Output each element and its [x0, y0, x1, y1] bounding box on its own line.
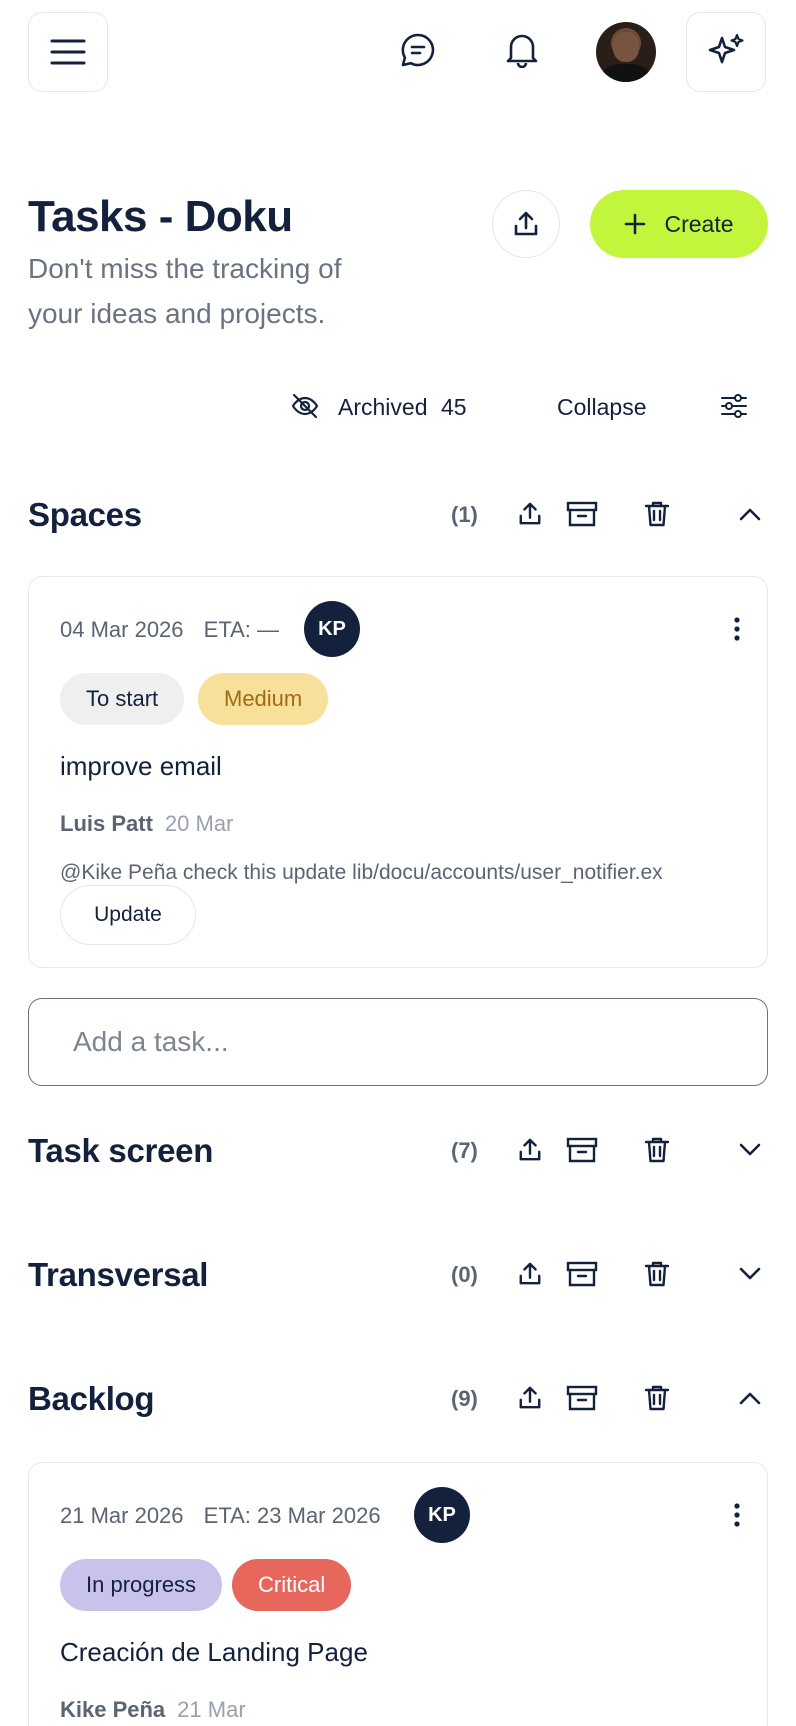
create-label: Create	[664, 210, 734, 237]
page-subtitle: Don't miss the tracking of your ideas an…	[28, 253, 342, 329]
archived-count: 45	[441, 394, 467, 420]
task-eta: ETA: —	[203, 617, 280, 642]
trash-icon[interactable]	[641, 1258, 673, 1290]
comment-text: @Kike Peña check this update lib/docu/ac…	[60, 861, 663, 884]
section-count: (9)	[451, 1386, 478, 1411]
section-task-screen: Task screen (7)	[0, 1120, 796, 1180]
more-options-button[interactable]	[729, 613, 745, 645]
filter-bar: Archived 45 Collapse	[0, 386, 796, 426]
archived-toggle[interactable]: Archived	[338, 394, 427, 421]
trash-icon[interactable]	[641, 1382, 673, 1414]
task-dates: 04 Mar 2026 ETA: —	[60, 617, 293, 643]
update-button[interactable]: Update	[60, 885, 196, 945]
kebab-icon	[734, 1503, 740, 1527]
top-bar	[0, 0, 796, 104]
ai-assistant-button[interactable]	[686, 12, 766, 92]
assignee-avatar[interactable]: KP	[414, 1487, 470, 1543]
share-upload-icon[interactable]	[514, 1134, 546, 1166]
chevron-down-icon[interactable]	[734, 1258, 766, 1290]
share-upload-icon[interactable]	[514, 1258, 546, 1290]
sliders-icon[interactable]	[720, 392, 748, 420]
section-title: Spaces	[28, 496, 142, 533]
archive-box-icon[interactable]	[566, 1382, 598, 1414]
bell-icon	[506, 34, 538, 68]
hamburger-menu-icon	[50, 39, 86, 65]
section-count: (0)	[451, 1262, 478, 1287]
section-spaces: Spaces (1)	[0, 484, 796, 544]
collapse-button[interactable]: Collapse	[557, 394, 647, 421]
section-count: (1)	[451, 502, 478, 527]
chat-bubble-icon	[401, 33, 435, 67]
status-badge[interactable]: In progress	[60, 1559, 223, 1611]
comment-author: Luis Patt 20 Mar	[60, 811, 233, 837]
eye-off-icon[interactable]	[290, 392, 320, 420]
add-task-input[interactable]	[28, 998, 768, 1086]
share-upload-icon	[514, 211, 538, 236]
section-title: Transversal	[28, 1256, 209, 1293]
assignee-avatar[interactable]: KP	[304, 601, 360, 657]
user-avatar[interactable]	[596, 22, 656, 82]
task-title[interactable]: improve email	[60, 751, 222, 782]
trash-icon[interactable]	[641, 1134, 673, 1166]
status-badge[interactable]: To start	[60, 673, 185, 725]
task-date: 04 Mar 2026	[60, 617, 184, 642]
task-card[interactable]: 21 Mar 2026 ETA: 23 Mar 2026 KP In progr…	[28, 1462, 768, 1726]
share-upload-icon[interactable]	[514, 498, 546, 530]
chat-button[interactable]	[398, 30, 438, 70]
section-backlog: Backlog (9)	[0, 1368, 796, 1428]
page-title: Tasks - Doku	[28, 192, 293, 241]
author-name: Luis Patt	[60, 811, 153, 836]
sparkles-icon	[708, 33, 744, 64]
task-date: 21 Mar 2026	[60, 1503, 184, 1528]
menu-button[interactable]	[28, 12, 108, 92]
share-upload-icon[interactable]	[514, 1382, 546, 1414]
section-transversal: Transversal (0)	[0, 1244, 796, 1304]
chevron-down-icon[interactable]	[734, 1134, 766, 1166]
chevron-up-icon[interactable]	[734, 1382, 766, 1414]
trash-icon[interactable]	[641, 498, 673, 530]
create-button[interactable]: Create	[590, 190, 768, 258]
task-title[interactable]: Creación de Landing Page	[60, 1637, 368, 1668]
share-button[interactable]	[492, 190, 560, 258]
notifications-button[interactable]	[502, 30, 542, 70]
section-title: Backlog	[28, 1380, 155, 1417]
archive-box-icon[interactable]	[566, 1134, 598, 1166]
author-name: Kike Peña	[60, 1697, 166, 1722]
section-title: Task screen	[28, 1132, 214, 1169]
chevron-up-icon[interactable]	[734, 498, 766, 530]
archive-box-icon[interactable]	[566, 498, 598, 530]
task-dates: 21 Mar 2026 ETA: 23 Mar 2026	[60, 1503, 395, 1529]
priority-badge[interactable]: Medium	[198, 673, 329, 725]
comment-author: Kike Peña 21 Mar	[60, 1697, 246, 1723]
priority-badge[interactable]: Critical	[232, 1559, 352, 1611]
task-card[interactable]: 04 Mar 2026 ETA: — KP To start Medium im…	[28, 576, 768, 968]
author-date: 21 Mar	[177, 1697, 246, 1722]
kebab-icon	[734, 617, 740, 641]
section-count: (7)	[451, 1138, 478, 1163]
plus-icon	[625, 213, 646, 235]
author-date: 20 Mar	[164, 811, 234, 836]
archive-box-icon[interactable]	[566, 1258, 598, 1290]
more-options-button[interactable]	[729, 1499, 745, 1531]
task-eta: ETA: 23 Mar 2026	[203, 1503, 381, 1528]
